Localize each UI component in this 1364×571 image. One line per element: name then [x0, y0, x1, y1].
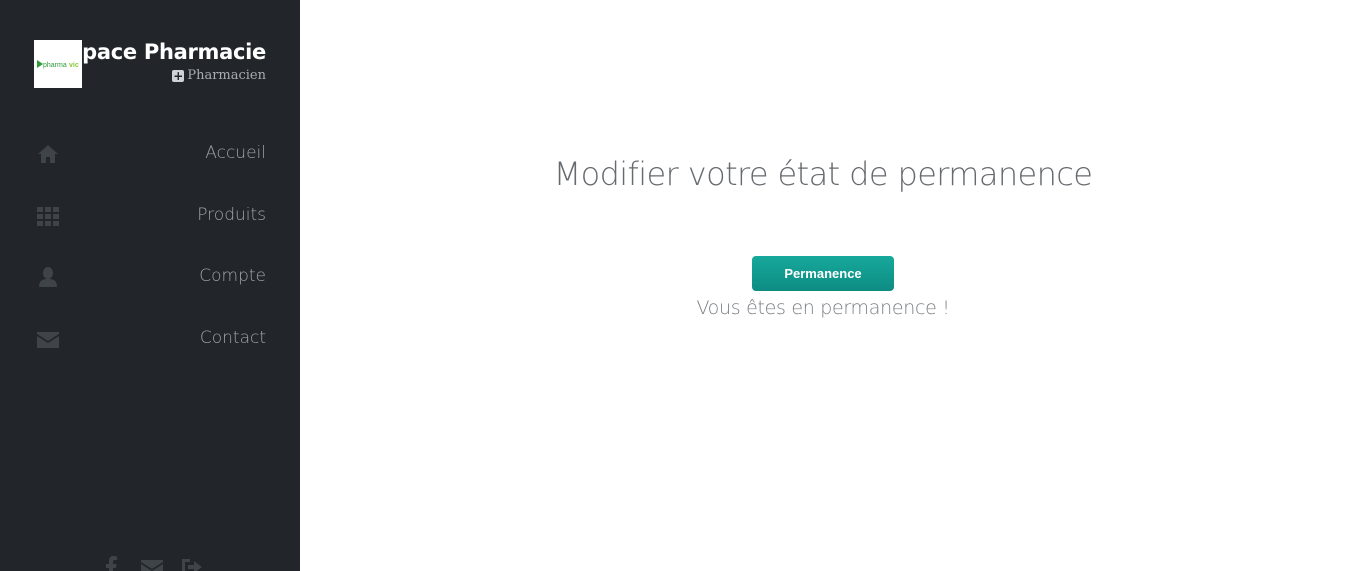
user-role-label: Pharmacien: [187, 68, 266, 83]
user-role: + Pharmacien: [172, 68, 266, 83]
permanence-status-text: Vous êtes en permanence !: [696, 297, 950, 319]
sidebar-item-contact[interactable]: Contact: [0, 307, 300, 369]
sidebar-footer: [100, 555, 204, 571]
main-content: Modifier votre état de permanence Perman…: [300, 0, 1364, 571]
sidebar-item-compte[interactable]: Compte: [0, 245, 300, 307]
sign-out-icon[interactable]: [180, 555, 204, 571]
facebook-icon[interactable]: [100, 555, 124, 571]
page-title: Modifier votre état de permanence: [553, 155, 1093, 193]
envelope-icon: [37, 332, 59, 349]
sidebar-item-accueil[interactable]: Accueil: [0, 122, 300, 184]
sidebar: pharma vic Espace Pharmacie + Pharmacien…: [0, 0, 300, 571]
sidebar-item-produits[interactable]: Produits: [0, 184, 300, 246]
brand: pharma vic Espace Pharmacie + Pharmacien: [34, 40, 266, 88]
permanence-button[interactable]: Permanence: [752, 256, 894, 291]
plus-square-icon: +: [172, 68, 185, 83]
grid-icon: [37, 206, 59, 226]
brand-title: Espace Pharmacie: [55, 40, 266, 64]
envelope-icon[interactable]: [140, 555, 164, 571]
sidebar-item-label: Accueil: [205, 143, 266, 163]
sidebar-item-label: Contact: [199, 328, 266, 349]
sidebar-item-label: Produits: [197, 204, 266, 225]
sidebar-nav: Accueil Produits Compte Contact: [0, 122, 300, 369]
user-icon: [39, 267, 57, 288]
home-icon: [38, 145, 58, 163]
sidebar-item-label: Compte: [199, 266, 266, 287]
